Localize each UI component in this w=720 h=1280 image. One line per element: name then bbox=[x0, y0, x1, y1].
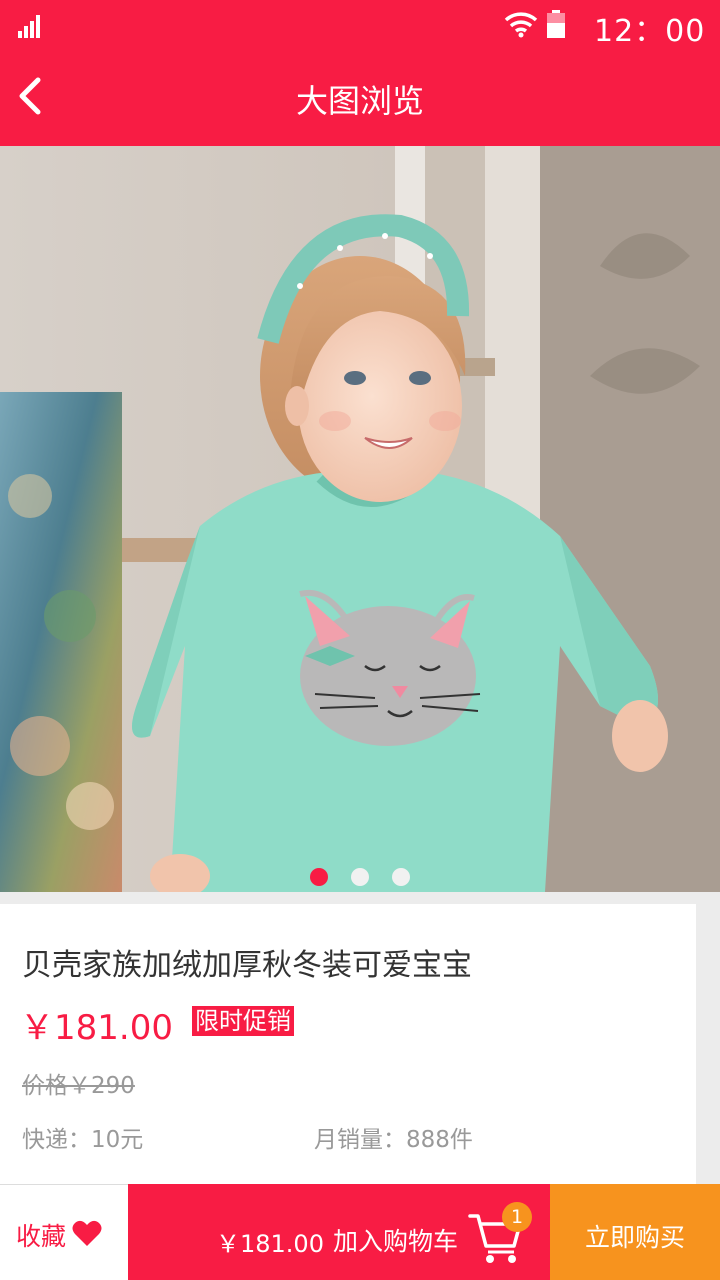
status-clock: 12：00 bbox=[594, 14, 706, 49]
buy-now-button[interactable]: 立即购买 bbox=[550, 1184, 720, 1280]
product-photo-image bbox=[0, 146, 720, 892]
status-bar: 12：00 bbox=[0, 0, 720, 52]
pager-dot-3[interactable] bbox=[392, 868, 410, 886]
bottom-action-bar: 收藏 ￥181.00 加入购物车 1 立即购买 bbox=[0, 1184, 720, 1280]
monthly-sales: 月销量：888件 bbox=[314, 1127, 473, 1153]
product-image-viewer-screen: 12：00 大图浏览 贝壳家族加绒加厚秋冬装可爱宝宝 ￥181.00 限时促销 … bbox=[0, 0, 720, 1280]
page-title: 大图浏览 bbox=[295, 82, 424, 120]
product-info-card: 贝壳家族加绒加厚秋冬装可爱宝宝 ￥181.00 限时促销 价格￥290 快递：1… bbox=[0, 904, 696, 1184]
cart-count-badge: 1 bbox=[502, 1202, 532, 1232]
shipping-fee: 快递：10元 bbox=[22, 1127, 144, 1153]
product-name: 贝壳家族加绒加厚秋冬装可爱宝宝 bbox=[22, 948, 472, 983]
original-price: 价格￥290 bbox=[22, 1073, 135, 1099]
wifi-icon bbox=[504, 12, 538, 38]
favorite-button[interactable]: 收藏 bbox=[0, 1184, 128, 1280]
heart-icon bbox=[72, 1220, 102, 1246]
battery-icon bbox=[547, 10, 565, 38]
add-to-cart-label: 加入购物车 bbox=[333, 1227, 459, 1256]
cart-price: ￥181.00 bbox=[216, 1230, 324, 1258]
pager-dot-1[interactable] bbox=[310, 868, 328, 886]
promo-badge: 限时促销 bbox=[192, 1006, 294, 1036]
gallery-pager bbox=[0, 868, 720, 888]
favorite-label: 收藏 bbox=[16, 1222, 67, 1251]
buy-now-label: 立即购买 bbox=[584, 1223, 685, 1252]
pager-dot-2[interactable] bbox=[351, 868, 369, 886]
signal-icon bbox=[18, 15, 40, 38]
app-header: 12：00 大图浏览 bbox=[0, 0, 720, 146]
product-price: ￥181.00 bbox=[20, 1008, 173, 1048]
add-to-cart-button[interactable]: ￥181.00 加入购物车 1 bbox=[128, 1184, 550, 1280]
product-photo[interactable] bbox=[0, 146, 720, 892]
